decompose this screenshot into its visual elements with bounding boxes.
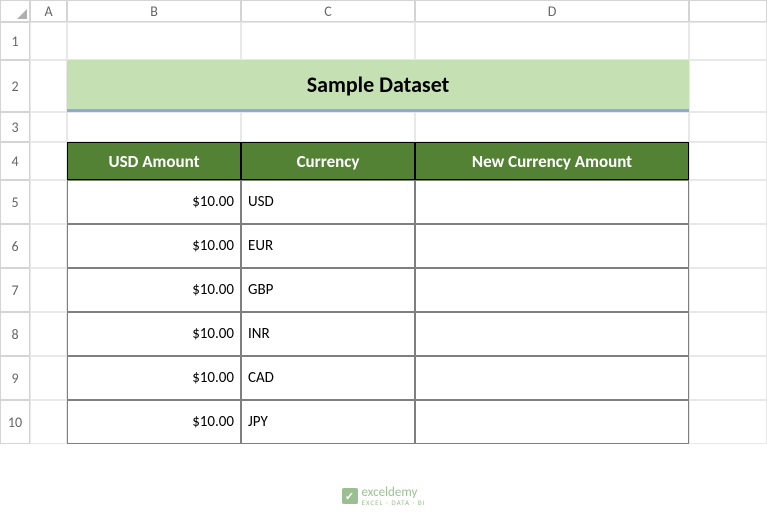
cell-b10[interactable]: $10.00 xyxy=(67,400,241,444)
cell-d1[interactable] xyxy=(415,22,689,60)
cell-e10[interactable] xyxy=(689,400,767,444)
cell-c3[interactable] xyxy=(241,112,415,142)
row-header-5[interactable]: 5 xyxy=(0,180,30,224)
row-header-3[interactable]: 3 xyxy=(0,112,30,142)
cell-e6[interactable] xyxy=(689,224,767,268)
cell-e9[interactable] xyxy=(689,356,767,400)
row-header-1[interactable]: 1 xyxy=(0,22,30,60)
cell-e2[interactable] xyxy=(689,60,767,112)
watermark-sub: EXCEL · DATA · BI xyxy=(361,498,425,507)
cell-a5[interactable] xyxy=(30,180,67,224)
cell-b9[interactable]: $10.00 xyxy=(67,356,241,400)
row-header-4[interactable]: 4 xyxy=(0,142,30,180)
cell-c5[interactable]: USD xyxy=(241,180,415,224)
cell-e4[interactable] xyxy=(689,142,767,180)
cell-e1[interactable] xyxy=(689,22,767,60)
watermark-icon: ✓ xyxy=(341,488,357,504)
cell-d9[interactable] xyxy=(415,356,689,400)
row-header-2[interactable]: 2 xyxy=(0,60,30,112)
cell-d5[interactable] xyxy=(415,180,689,224)
col-header-c[interactable]: C xyxy=(241,0,415,22)
cell-d6[interactable] xyxy=(415,224,689,268)
header-currency[interactable]: Currency xyxy=(241,142,415,180)
cell-c10[interactable]: JPY xyxy=(241,400,415,444)
header-new-currency[interactable]: New Currency Amount xyxy=(415,142,689,180)
watermark-text: exceldemy EXCEL · DATA · BI xyxy=(361,485,425,507)
cell-b8[interactable]: $10.00 xyxy=(67,312,241,356)
cell-d10[interactable] xyxy=(415,400,689,444)
cell-a4[interactable] xyxy=(30,142,67,180)
cell-a10[interactable] xyxy=(30,400,67,444)
cell-e8[interactable] xyxy=(689,312,767,356)
cell-a7[interactable] xyxy=(30,268,67,312)
cell-e3[interactable] xyxy=(689,112,767,142)
title-cell[interactable]: Sample Dataset xyxy=(67,60,689,112)
cell-a2[interactable] xyxy=(30,60,67,112)
cell-e7[interactable] xyxy=(689,268,767,312)
cell-a9[interactable] xyxy=(30,356,67,400)
cell-c1[interactable] xyxy=(241,22,415,60)
cell-c8[interactable]: INR xyxy=(241,312,415,356)
cell-d7[interactable] xyxy=(415,268,689,312)
cell-a3[interactable] xyxy=(30,112,67,142)
cell-b5[interactable]: $10.00 xyxy=(67,180,241,224)
cell-e5[interactable] xyxy=(689,180,767,224)
col-header-a[interactable]: A xyxy=(30,0,67,22)
cell-a8[interactable] xyxy=(30,312,67,356)
cell-d3[interactable] xyxy=(415,112,689,142)
row-header-6[interactable]: 6 xyxy=(0,224,30,268)
cell-a6[interactable] xyxy=(30,224,67,268)
header-usd-amount[interactable]: USD Amount xyxy=(67,142,241,180)
cell-b6[interactable]: $10.00 xyxy=(67,224,241,268)
cell-b1[interactable] xyxy=(67,22,241,60)
cell-c6[interactable]: EUR xyxy=(241,224,415,268)
cell-b3[interactable] xyxy=(67,112,241,142)
col-header-e[interactable] xyxy=(689,0,767,22)
spreadsheet-grid: A B C D 1 2 3 4 5 6 7 8 9 10 Sample Data… xyxy=(0,0,767,444)
select-all-corner[interactable] xyxy=(0,0,30,22)
cell-d8[interactable] xyxy=(415,312,689,356)
col-header-d[interactable]: D xyxy=(415,0,689,22)
row-header-7[interactable]: 7 xyxy=(0,268,30,312)
cell-b7[interactable]: $10.00 xyxy=(67,268,241,312)
row-header-10[interactable]: 10 xyxy=(0,400,30,444)
col-header-b[interactable]: B xyxy=(67,0,241,22)
row-header-9[interactable]: 9 xyxy=(0,356,30,400)
cell-a1[interactable] xyxy=(30,22,67,60)
cell-c9[interactable]: CAD xyxy=(241,356,415,400)
row-header-8[interactable]: 8 xyxy=(0,312,30,356)
watermark: ✓ exceldemy EXCEL · DATA · BI xyxy=(341,485,425,507)
cell-c7[interactable]: GBP xyxy=(241,268,415,312)
